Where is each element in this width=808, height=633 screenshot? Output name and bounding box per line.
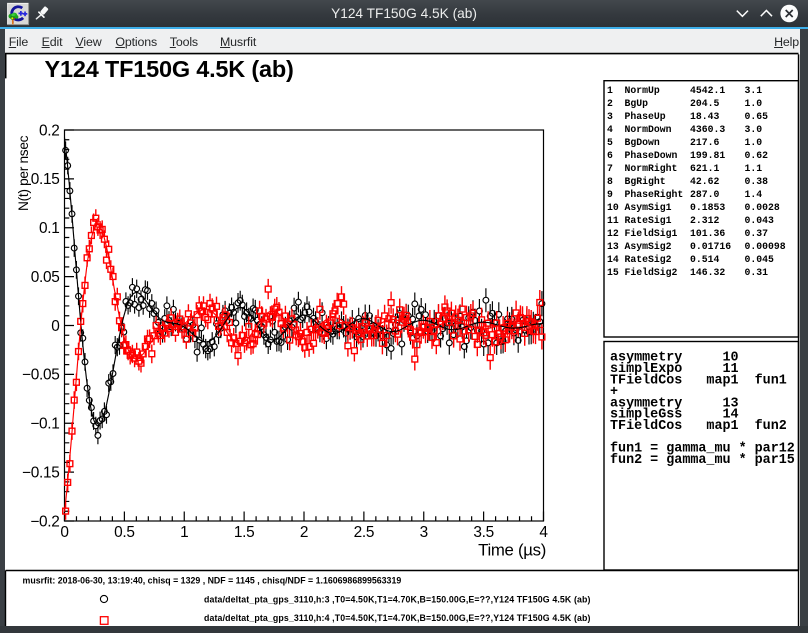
svg-text:NormUp: NormUp	[625, 85, 660, 96]
svg-text:42.62: 42.62	[690, 176, 720, 187]
svg-text:199.81: 199.81	[690, 150, 725, 161]
svg-text:101.36: 101.36	[690, 228, 725, 239]
svg-text:0.2: 0.2	[39, 122, 60, 139]
svg-text:204.5: 204.5	[690, 98, 720, 109]
svg-text:3.1: 3.1	[745, 85, 763, 96]
svg-text:0.0028: 0.0028	[745, 202, 780, 213]
svg-text:3: 3	[420, 524, 428, 541]
svg-text:9: 9	[607, 189, 613, 200]
svg-text:BgDown: BgDown	[625, 137, 660, 148]
svg-text:N(t) per nsec: N(t) per nsec	[16, 135, 31, 211]
svg-text:3.0: 3.0	[745, 124, 763, 135]
svg-text:5: 5	[607, 137, 613, 148]
svg-text:10: 10	[607, 202, 619, 213]
svg-text:1.0: 1.0	[745, 137, 763, 148]
svg-text:13: 13	[607, 241, 619, 252]
svg-text:1.1: 1.1	[745, 163, 763, 174]
svg-text:0.045: 0.045	[745, 254, 775, 265]
svg-text:NormRight: NormRight	[625, 163, 678, 174]
svg-text:18.43: 18.43	[690, 111, 720, 122]
svg-text:2.312: 2.312	[690, 215, 720, 226]
svg-text:12: 12	[607, 228, 619, 239]
svg-text:11: 11	[607, 215, 619, 226]
svg-text:1: 1	[180, 524, 188, 541]
svg-text:0: 0	[51, 318, 59, 335]
svg-text:TFieldCos map1 fun1: TFieldCos map1 fun1	[610, 374, 787, 389]
svg-text:−0.05: −0.05	[22, 367, 59, 384]
svg-text:2.5: 2.5	[354, 524, 375, 541]
svg-text:3: 3	[607, 111, 613, 122]
svg-text:8: 8	[607, 176, 613, 187]
svg-text:PhaseDown: PhaseDown	[625, 150, 678, 161]
svg-text:7: 7	[607, 163, 613, 174]
svg-text:RateSig2: RateSig2	[625, 254, 672, 265]
svg-text:146.32: 146.32	[690, 267, 725, 278]
svg-text:6: 6	[607, 150, 613, 161]
svg-text:0.65: 0.65	[745, 111, 769, 122]
svg-text:0.37: 0.37	[745, 228, 769, 239]
svg-text:Y124 TF150G 4.5K (ab): Y124 TF150G 4.5K (ab)	[45, 56, 294, 82]
svg-text:BgRight: BgRight	[625, 176, 666, 187]
svg-text:RateSig1: RateSig1	[625, 215, 672, 226]
svg-text:2: 2	[300, 524, 308, 541]
svg-text:0.514: 0.514	[690, 254, 720, 265]
svg-text:0.1853: 0.1853	[690, 202, 725, 213]
svg-text:1.0: 1.0	[745, 98, 763, 109]
svg-text:−0.2: −0.2	[30, 513, 59, 530]
svg-text:Time (µs): Time (µs)	[478, 541, 546, 560]
svg-text:2: 2	[607, 98, 613, 109]
svg-text:0.31: 0.31	[745, 267, 769, 278]
svg-text:0.38: 0.38	[745, 176, 769, 187]
svg-text:4: 4	[539, 524, 548, 541]
svg-text:15: 15	[607, 267, 619, 278]
svg-text:data/deltat_pta_gps_3110,h:4 ,: data/deltat_pta_gps_3110,h:4 ,T0=4.50K,T…	[204, 613, 591, 623]
svg-text:PhaseRight: PhaseRight	[625, 189, 684, 200]
svg-text:TFieldCos map1 fun2: TFieldCos map1 fun2	[610, 419, 787, 434]
svg-text:3.5: 3.5	[473, 524, 494, 541]
svg-text:14: 14	[607, 254, 619, 265]
svg-text:0.00098: 0.00098	[745, 241, 786, 252]
svg-text:PhaseUp: PhaseUp	[625, 111, 666, 122]
svg-text:1.5: 1.5	[234, 524, 255, 541]
svg-text:musrfit: 2018-06-30, 13:19:40,: musrfit: 2018-06-30, 13:19:40, chisq = 1…	[23, 576, 402, 586]
svg-text:0.043: 0.043	[745, 215, 775, 226]
svg-text:NormDown: NormDown	[625, 124, 672, 135]
svg-text:AsymSig2: AsymSig2	[625, 241, 672, 252]
svg-text:FieldSig2: FieldSig2	[625, 267, 678, 278]
svg-text:0.5: 0.5	[114, 524, 135, 541]
svg-text:0.1: 0.1	[39, 220, 60, 237]
svg-text:217.6: 217.6	[690, 137, 720, 148]
svg-text:fun2 = gamma_mu * par15: fun2 = gamma_mu * par15	[610, 453, 795, 468]
svg-text:data/deltat_pta_gps_3110,h:3 ,: data/deltat_pta_gps_3110,h:3 ,T0=4.50K,T…	[204, 595, 591, 605]
svg-text:FieldSig1: FieldSig1	[625, 228, 678, 239]
svg-text:4542.1: 4542.1	[690, 85, 725, 96]
svg-text:0.05: 0.05	[31, 269, 60, 286]
svg-text:621.1: 621.1	[690, 163, 720, 174]
svg-text:BgUp: BgUp	[625, 98, 649, 109]
svg-text:0: 0	[60, 524, 68, 541]
svg-text:0.62: 0.62	[745, 150, 769, 161]
svg-text:1: 1	[607, 85, 613, 96]
svg-text:0.15: 0.15	[31, 171, 60, 188]
svg-text:4360.3: 4360.3	[690, 124, 725, 135]
svg-text:−0.15: −0.15	[22, 464, 59, 481]
svg-text:0.01716: 0.01716	[690, 241, 731, 252]
svg-text:287.0: 287.0	[690, 189, 720, 200]
svg-text:1.4: 1.4	[745, 189, 763, 200]
svg-text:4: 4	[607, 124, 613, 135]
svg-text:AsymSig1: AsymSig1	[625, 202, 672, 213]
svg-text:−0.1: −0.1	[30, 416, 59, 433]
